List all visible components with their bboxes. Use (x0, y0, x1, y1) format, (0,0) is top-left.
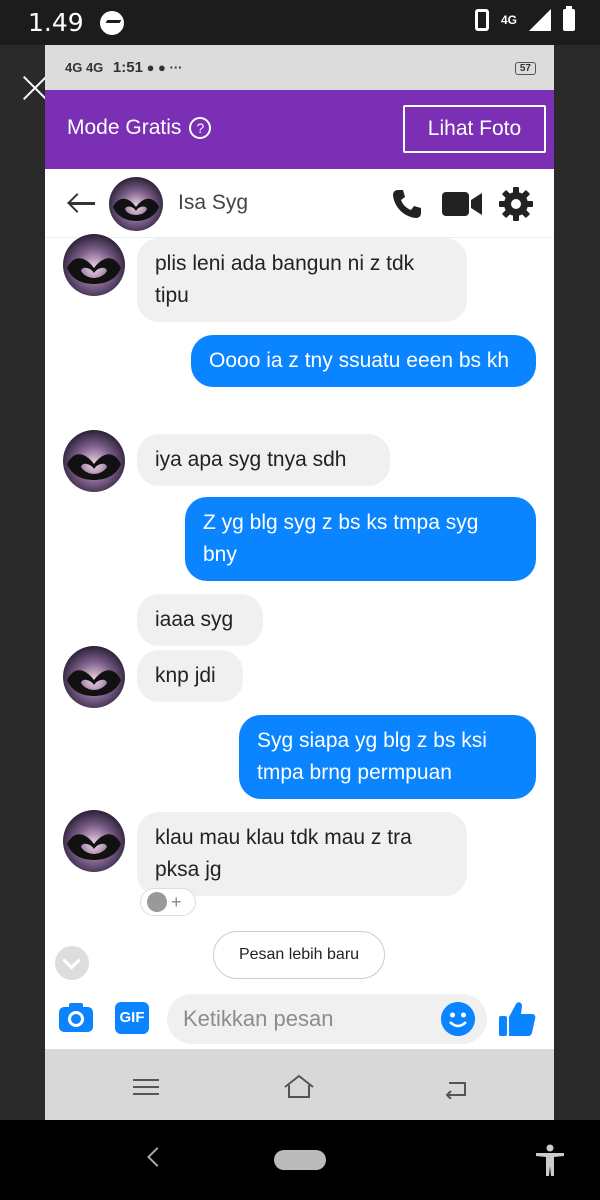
status-time: 1.49 (28, 8, 84, 37)
message-composer: GIF (45, 987, 554, 1049)
contact-avatar[interactable] (63, 234, 125, 296)
message-bubble-received[interactable]: klau mau klau tdk mau z tra pksa jg (137, 812, 467, 896)
message-bubble-received[interactable]: knp jdi (137, 650, 243, 702)
camera-icon[interactable] (58, 1001, 94, 1033)
message-bubble-sent[interactable]: Syg siapa yg blg z bs ksi tmpa brng perm… (239, 715, 536, 799)
mode-gratis-label: Mode Gratis (67, 116, 182, 139)
plus-icon: + (171, 891, 182, 912)
contact-avatar[interactable] (63, 430, 125, 492)
system-nav-bar (0, 1120, 600, 1200)
add-reaction-button[interactable]: + (140, 888, 196, 916)
contact-name: Isa Syg (178, 191, 249, 214)
inner-time: 1:51 (112, 59, 143, 76)
help-icon[interactable]: ? (189, 117, 212, 139)
recents-icon (133, 1079, 159, 1097)
signal-icon (529, 9, 551, 31)
messenger-notification-icon (100, 11, 124, 35)
phone-icon[interactable] (390, 187, 424, 221)
message-list[interactable]: plis leni ada bangun ni z tdk tipu Oooo … (45, 234, 554, 988)
contact-avatar[interactable] (63, 810, 125, 872)
home-icon (284, 1074, 314, 1098)
inner-network: 4G 4G (65, 60, 104, 75)
accessibility-icon[interactable] (533, 1143, 567, 1177)
message-input[interactable] (167, 994, 487, 1044)
system-home-pill[interactable] (274, 1150, 326, 1170)
newer-messages-button[interactable]: Pesan lebih baru (213, 931, 385, 979)
inner-status-bar: 4G 4G 1:51 ● ● ··· 57 (45, 45, 554, 90)
vibrate-icon (474, 9, 489, 31)
smiley-icon (147, 892, 167, 912)
message-bubble-received[interactable]: iya apa syg tnya sdh (137, 434, 390, 486)
battery-icon (563, 6, 575, 31)
gear-icon[interactable] (498, 186, 534, 222)
video-icon[interactable] (442, 191, 482, 217)
network-label: 4G (500, 12, 517, 27)
back-nav-icon (445, 1082, 466, 1099)
message-bubble-received[interactable]: plis leni ada bangun ni z tdk tipu (137, 238, 467, 322)
device-status-bar: 1.49 4G (0, 0, 600, 45)
message-bubble-sent[interactable]: Oooo ia z tny ssuatu eeen bs kh (191, 335, 536, 387)
gif-icon[interactable]: GIF (115, 1002, 149, 1034)
back-arrow-icon[interactable] (67, 193, 95, 213)
like-icon[interactable] (497, 999, 537, 1039)
inner-nav-bar (45, 1049, 554, 1120)
emoji-icon[interactable] (441, 1002, 475, 1036)
message-bubble-received[interactable]: iaaa syg (137, 594, 263, 646)
message-bubble-sent[interactable]: Z yg blg syg z bs ks tmpa syg bny (185, 497, 536, 581)
status-icons: 4G (474, 6, 575, 31)
lihat-foto-button[interactable]: Lihat Foto (403, 105, 546, 153)
contact-avatar[interactable] (63, 646, 125, 708)
inner-battery: 57 (514, 62, 536, 75)
chat-header: Isa Syg (45, 169, 554, 238)
contact-avatar[interactable] (109, 177, 163, 231)
free-mode-bar: Mode Gratis ? Lihat Foto (45, 90, 554, 169)
scroll-down-icon[interactable] (55, 946, 89, 980)
screenshot-image: 4G 4G 1:51 ● ● ··· 57 Mode Gratis ? Liha… (45, 45, 554, 1120)
system-back-icon[interactable] (147, 1147, 167, 1167)
